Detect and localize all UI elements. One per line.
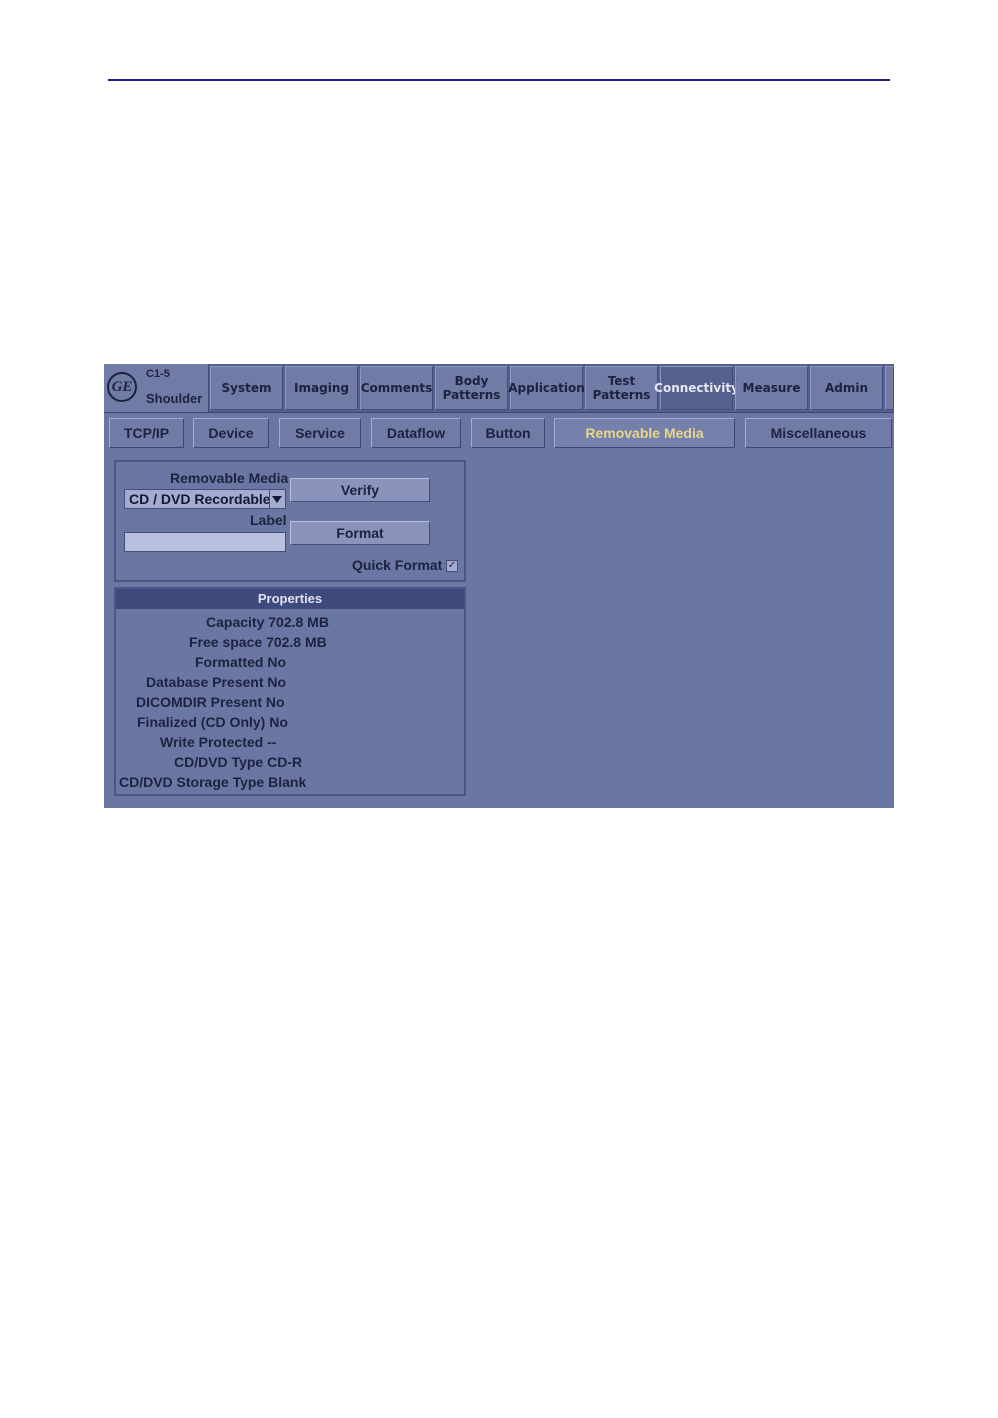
property-key: Capacity: [206, 614, 265, 630]
property-key: DICOMDIR Present: [136, 694, 263, 710]
quick-format-label: Quick Format: [352, 557, 443, 573]
page-top-rule: [108, 79, 890, 81]
properties-title: Properties: [116, 589, 464, 609]
label-input[interactable]: [124, 532, 286, 552]
verify-button[interactable]: Verify: [290, 478, 430, 502]
format-button[interactable]: Format: [290, 521, 430, 545]
tab-test-patterns[interactable]: Test Patterns: [585, 366, 658, 410]
property-dicomdir-present: DICOMDIR Present No: [136, 694, 285, 710]
subtab-service[interactable]: Service: [279, 418, 361, 448]
property-write-protected: Write Protected --: [160, 734, 276, 750]
property-key: CD/DVD Storage Type: [119, 774, 265, 790]
property-cd-dvd-type: CD/DVD Type CD-R: [174, 754, 302, 770]
tab-measure[interactable]: Measure: [735, 366, 808, 410]
property-key: Finalized (CD Only): [137, 714, 266, 730]
removable-media-selected-value: CD / DVD Recordable: [129, 491, 271, 507]
subtab-device[interactable]: Device: [193, 418, 269, 448]
tab-imaging[interactable]: Imaging: [285, 366, 358, 410]
property-finalized: Finalized (CD Only) No: [137, 714, 288, 730]
dropdown-arrow-icon[interactable]: [269, 490, 285, 508]
property-value: No: [265, 694, 285, 710]
property-key: CD/DVD Type: [174, 754, 264, 770]
property-value: CD-R: [267, 754, 303, 770]
property-formatted: Formatted No: [195, 654, 286, 670]
property-value: No: [269, 714, 288, 730]
property-value: Blank: [268, 774, 307, 790]
probe-name: C1-5: [146, 368, 170, 380]
removable-media-label: Removable Media: [170, 470, 289, 486]
subtab-tcpip[interactable]: TCP/IP: [109, 418, 184, 448]
quick-format-checkbox[interactable]: ✓: [446, 560, 458, 572]
tab-comments[interactable]: Comments: [360, 366, 433, 410]
tab-connectivity[interactable]: Connectivity: [654, 366, 739, 410]
subtab-button[interactable]: Button: [471, 418, 545, 448]
removable-media-panel: Removable Media CD / DVD Recordable Labe…: [114, 460, 466, 582]
property-key: Formatted: [195, 654, 264, 670]
label-caption: Label: [250, 512, 287, 528]
preset-name: Shoulder: [146, 391, 203, 406]
property-value: --: [267, 734, 277, 750]
property-key: Database Present: [146, 674, 264, 690]
connectivity-utility-screen: GE C1-5 Shoulder System Imaging Comments…: [104, 364, 894, 808]
property-database-present: Database Present No: [146, 674, 286, 690]
property-key: Write Protected: [160, 734, 264, 750]
property-value: No: [267, 674, 287, 690]
tab-overflow-edge: [885, 366, 894, 410]
property-value: 702.8 MB: [268, 614, 329, 630]
property-value: 702.8 MB: [266, 634, 327, 650]
tab-application[interactable]: Application: [508, 366, 585, 410]
property-key: Free space: [189, 634, 263, 650]
tab-admin[interactable]: Admin: [810, 366, 883, 410]
property-capacity: Capacity 702.8 MB: [206, 614, 329, 630]
subtab-miscellaneous[interactable]: Miscellaneous: [745, 418, 892, 448]
properties-panel: Properties Capacity 702.8 MB Free space …: [114, 587, 466, 796]
property-value: No: [267, 654, 287, 670]
removable-media-select[interactable]: CD / DVD Recordable: [124, 489, 286, 509]
subtab-dataflow[interactable]: Dataflow: [371, 418, 461, 448]
probe-info-cell: GE C1-5 Shoulder: [104, 364, 209, 412]
subtab-removable-media[interactable]: Removable Media: [554, 418, 735, 448]
top-tab-bar: GE C1-5 Shoulder System Imaging Comments…: [104, 364, 894, 413]
property-free-space: Free space 702.8 MB: [189, 634, 327, 650]
tab-body-patterns[interactable]: Body Patterns: [435, 366, 508, 410]
tab-system[interactable]: System: [210, 366, 283, 410]
property-storage-type: CD/DVD Storage Type Blank: [119, 774, 306, 790]
ge-logo-icon: GE: [107, 372, 137, 402]
